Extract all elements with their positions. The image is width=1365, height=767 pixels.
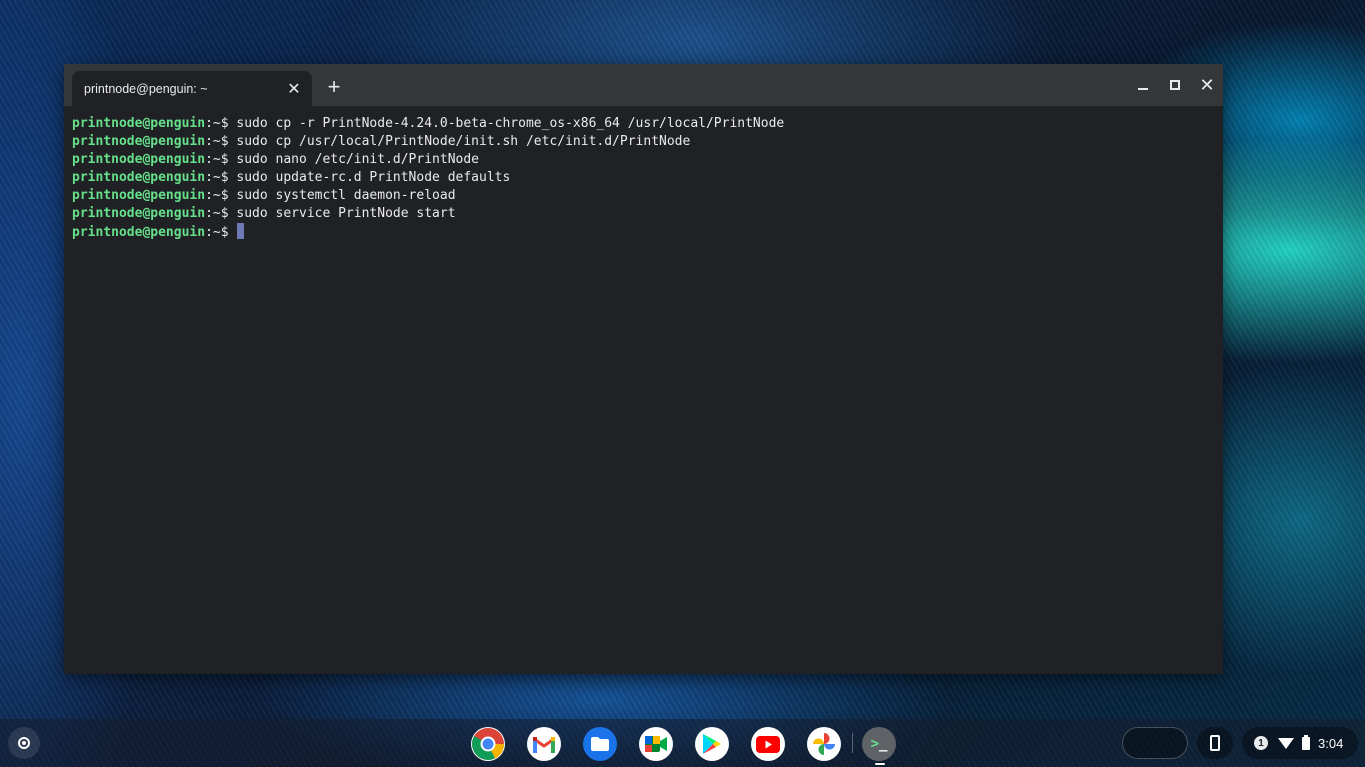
notification-count-badge: 1	[1254, 736, 1268, 750]
command-text: sudo service PrintNode start	[236, 206, 456, 221]
prompt-user: printnode@penguin	[72, 116, 206, 131]
command-text: sudo cp /usr/local/PrintNode/init.sh /et…	[236, 134, 691, 149]
window-controls: ✕	[1127, 64, 1223, 106]
clock: 3:04	[1318, 735, 1344, 751]
prompt-user: printnode@penguin	[72, 188, 206, 203]
prompt-path: :~$	[205, 116, 237, 131]
prompt-path: :~$	[205, 134, 237, 149]
prompt-path: :~$	[205, 225, 229, 240]
youtube-icon[interactable]	[751, 727, 785, 761]
command-text: sudo systemctl daemon-reload	[236, 188, 456, 203]
prompt-user: printnode@penguin	[72, 170, 206, 185]
pinned-apps	[471, 727, 863, 761]
prompt-user: printnode@penguin	[72, 152, 206, 167]
prompt-user: printnode@penguin	[72, 134, 206, 149]
terminal-line: printnode@penguin:~$ sudo cp -r PrintNod…	[72, 115, 1215, 133]
terminal-line: printnode@penguin:~$	[72, 223, 1215, 241]
files-icon[interactable]	[583, 727, 617, 761]
terminal-underscore-glyph: _	[879, 736, 888, 752]
launcher-icon	[18, 737, 30, 749]
launcher-button[interactable]	[8, 727, 40, 759]
minimize-button[interactable]	[1127, 64, 1159, 106]
active-app-indicator	[875, 763, 885, 765]
tab-title: printnode@penguin: ~	[84, 81, 208, 96]
command-text: sudo update-rc.d PrintNode defaults	[236, 170, 511, 185]
tab-terminal[interactable]: printnode@penguin: ~ ✕	[72, 71, 312, 106]
prompt-path: :~$	[205, 206, 237, 221]
phone-hub-button[interactable]	[1197, 727, 1233, 759]
command-text: sudo nano /etc/init.d/PrintNode	[236, 152, 480, 167]
phone-icon	[1210, 735, 1220, 751]
close-window-button[interactable]: ✕	[1191, 64, 1223, 106]
meet-icon[interactable]	[639, 727, 673, 761]
prompt-user: printnode@penguin	[72, 225, 206, 240]
wifi-icon	[1278, 737, 1294, 749]
holding-space-tray[interactable]	[1122, 727, 1188, 759]
close-icon: ✕	[1199, 75, 1215, 95]
prompt-path: :~$	[205, 170, 237, 185]
battery-icon	[1302, 734, 1310, 750]
terminal-line: printnode@penguin:~$ sudo nano /etc/init…	[72, 151, 1215, 169]
terminal-app-icon[interactable]: > _	[862, 727, 896, 761]
maximize-icon	[1170, 80, 1180, 90]
terminal-line: printnode@penguin:~$ sudo update-rc.d Pr…	[72, 169, 1215, 187]
minimize-icon	[1138, 88, 1148, 90]
gmail-icon[interactable]	[527, 727, 561, 761]
chrome-icon[interactable]	[471, 727, 505, 761]
terminal-window: printnode@penguin: ~ ✕ + ✕ printnode@pen…	[64, 64, 1223, 674]
prompt-user: printnode@penguin	[72, 206, 206, 221]
tab-close-icon[interactable]: ✕	[282, 77, 306, 101]
new-tab-button[interactable]: +	[320, 73, 348, 101]
shelf: > _ 1 3:04	[0, 719, 1365, 767]
terminal-prompt-glyph: >	[870, 736, 879, 752]
prompt-path: :~$	[205, 188, 237, 203]
terminal-line: printnode@penguin:~$ sudo cp /usr/local/…	[72, 133, 1215, 151]
terminal-line: printnode@penguin:~$ sudo systemctl daem…	[72, 187, 1215, 205]
maximize-button[interactable]	[1159, 64, 1191, 106]
terminal-line: printnode@penguin:~$ sudo service PrintN…	[72, 205, 1215, 223]
play-store-icon[interactable]	[695, 727, 729, 761]
prompt-path: :~$	[205, 152, 237, 167]
shelf-divider	[852, 733, 853, 753]
terminal-output[interactable]: printnode@penguin:~$ sudo cp -r PrintNod…	[64, 106, 1223, 674]
title-bar: printnode@penguin: ~ ✕ + ✕	[64, 64, 1223, 106]
command-text: sudo cp -r PrintNode-4.24.0-beta-chrome_…	[236, 116, 785, 131]
terminal-cursor	[236, 223, 244, 239]
status-tray[interactable]: 1 3:04	[1242, 727, 1358, 759]
photos-icon[interactable]	[807, 727, 841, 761]
